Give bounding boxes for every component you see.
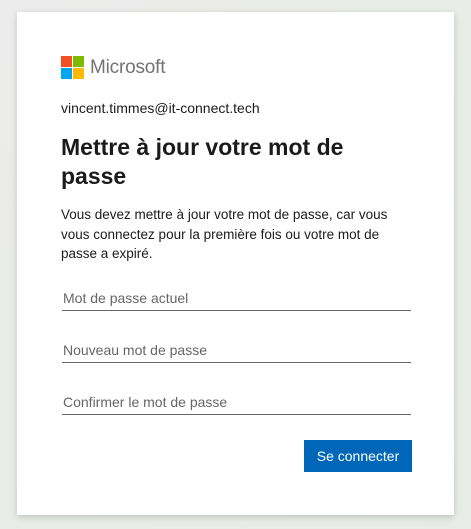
description-text: Vous devez mettre à jour votre mot de pa… bbox=[61, 207, 388, 261]
account-email: vincent.timmes@it-connect.tech bbox=[61, 100, 260, 116]
microsoft-logo: Microsoft bbox=[61, 55, 165, 79]
new-password-input[interactable] bbox=[62, 337, 411, 363]
confirm-password-input[interactable] bbox=[62, 389, 411, 415]
microsoft-squares-icon bbox=[61, 55, 84, 79]
current-password-input[interactable] bbox=[62, 285, 411, 311]
password-update-card: Microsoft vincent.timmes@it-connect.tech… bbox=[17, 12, 454, 515]
brand-name: Microsoft bbox=[90, 56, 166, 78]
page-title: Mettre à jour votre mot de passe bbox=[61, 134, 344, 189]
sign-in-button[interactable]: Se connecter bbox=[304, 440, 412, 472]
